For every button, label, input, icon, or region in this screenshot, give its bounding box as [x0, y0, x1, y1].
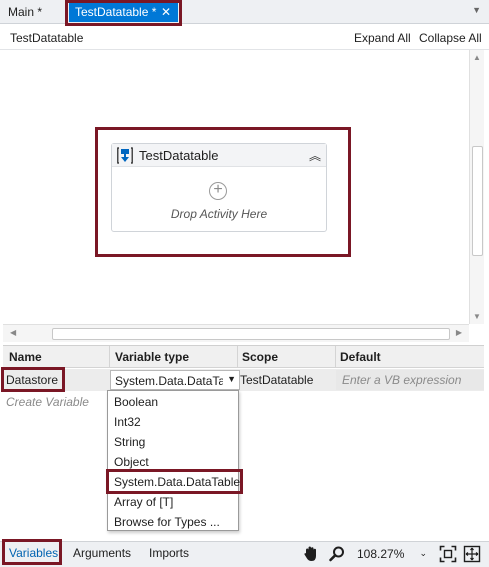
sequence-icon [117, 147, 133, 164]
scroll-left-icon[interactable]: ◀ [10, 328, 16, 337]
column-header-name[interactable]: Name [9, 350, 42, 364]
column-header-type[interactable]: Variable type [115, 350, 189, 364]
dropdown-option-int32[interactable]: Int32 [114, 412, 141, 432]
chevron-down-icon[interactable]: ▼ [227, 374, 236, 384]
scroll-up-icon[interactable]: ▲ [473, 53, 481, 62]
dropdown-option-array[interactable]: Array of [T] [114, 492, 173, 512]
tab-main[interactable]: Main * [8, 3, 42, 22]
column-header-scope[interactable]: Scope [242, 350, 278, 364]
grid-header: Name Variable type Scope Default [3, 346, 484, 368]
collapse-icon[interactable]: ︽ [309, 147, 321, 164]
tab-label: TestDatatable * [75, 5, 157, 19]
vertical-scrollbar[interactable]: ▲ ▼ [469, 50, 484, 324]
expand-all-link[interactable]: Expand All [354, 31, 411, 45]
hand-pan-icon[interactable] [302, 545, 320, 563]
activity-title: TestDatatable [139, 148, 219, 163]
horizontal-scrollbar[interactable]: ◀ ▶ [3, 324, 469, 342]
dropdown-option-datatable[interactable]: System.Data.DataTable [114, 472, 240, 492]
collapse-all-link[interactable]: Collapse All [419, 31, 482, 45]
variable-type-select[interactable]: System.Data.DataTable ▼ [110, 370, 240, 390]
document-tab-bar: Main * TestDatatable * ✕ ▼ [0, 0, 489, 24]
zoom-value: 108.27% [357, 547, 405, 561]
overview-icon[interactable] [463, 545, 481, 563]
activity-header[interactable]: TestDatatable ︽ [112, 144, 326, 167]
dropdown-option-browse[interactable]: Browse for Types ... [114, 512, 220, 532]
close-icon[interactable]: ✕ [161, 3, 171, 22]
zoom-select[interactable]: 108.27% ⌄ [354, 545, 430, 564]
drop-activity-text: Drop Activity Here [170, 207, 268, 221]
breadcrumb[interactable]: TestDatatable [10, 31, 83, 45]
variable-name-cell[interactable]: Datastore [6, 373, 58, 387]
tab-variables[interactable]: Variables [9, 546, 58, 560]
scroll-right-icon[interactable]: ▶ [456, 328, 462, 337]
variable-type-value: System.Data.DataTable [115, 374, 223, 388]
designer-header: TestDatatable Expand All Collapse All [0, 25, 489, 50]
create-variable-input[interactable]: Create Variable [6, 395, 89, 409]
scroll-thumb[interactable] [52, 328, 450, 340]
dropdown-option-object[interactable]: Object [114, 452, 149, 472]
dropdown-option-boolean[interactable]: Boolean [114, 392, 158, 412]
dropdown-option-string[interactable]: String [114, 432, 145, 452]
sequence-activity[interactable]: TestDatatable ︽ + Drop Activity Here [111, 143, 327, 232]
chevron-down-icon[interactable]: ⌄ [419, 548, 427, 559]
variable-type-dropdown: Boolean Int32 String Object System.Data.… [107, 390, 240, 532]
scroll-thumb[interactable] [472, 146, 483, 256]
column-header-default[interactable]: Default [340, 350, 381, 364]
zoom-icon[interactable] [328, 545, 346, 563]
variable-default-input[interactable]: Enter a VB expression [336, 370, 484, 390]
tab-imports[interactable]: Imports [149, 546, 189, 560]
variable-scope-cell[interactable]: TestDatatable [240, 373, 313, 387]
add-activity-icon[interactable]: + [209, 182, 227, 200]
chevron-down-icon[interactable]: ▼ [472, 5, 481, 15]
variables-grid: Name Variable type Scope Default Datasto… [3, 345, 484, 541]
table-row[interactable]: Datastore System.Data.DataTable ▼ TestDa… [3, 369, 484, 391]
default-placeholder: Enter a VB expression [342, 373, 462, 387]
bottom-panel-bar: Variables Arguments Imports 108.27% ⌄ [0, 541, 489, 567]
tab-testdatatable[interactable]: TestDatatable * ✕ [69, 3, 178, 22]
fit-to-screen-icon[interactable] [439, 545, 457, 563]
tab-arguments[interactable]: Arguments [73, 546, 131, 560]
scroll-down-icon[interactable]: ▼ [473, 312, 481, 321]
